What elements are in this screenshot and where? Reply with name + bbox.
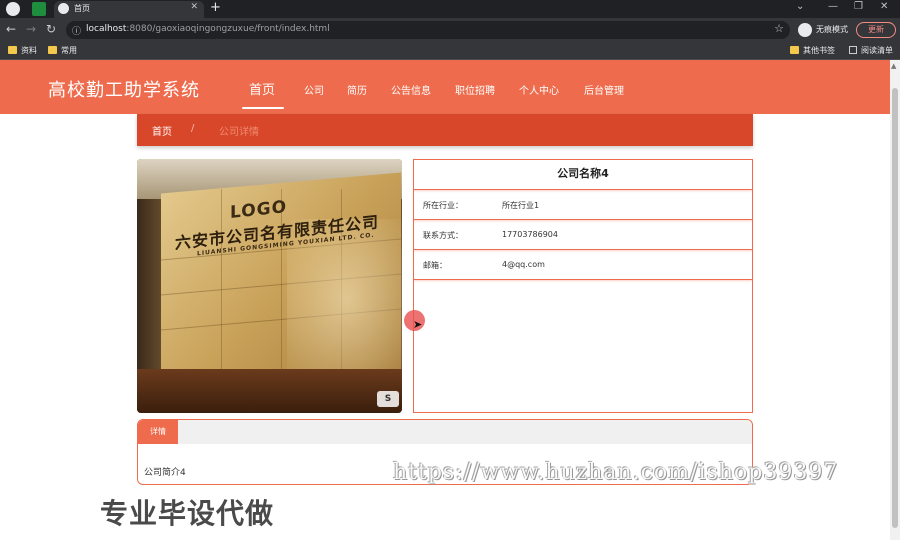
breadcrumb: 首页 / 公司详情	[137, 114, 753, 146]
nav-home[interactable]: 首页	[249, 79, 275, 98]
company-name: 公司名称4	[414, 160, 752, 190]
nav-company[interactable]: 公司	[304, 82, 324, 97]
tab-search-chevron-icon[interactable]: ⌄	[796, 1, 804, 12]
breadcrumb-separator: /	[191, 123, 195, 134]
info-row-contact: 联系方式： 17703786904	[414, 220, 752, 250]
bookmark-other[interactable]: 其他书签	[790, 45, 835, 56]
folder-icon	[8, 46, 17, 54]
promo-overlay-text: 专业毕设代做	[100, 497, 275, 530]
incognito-label: 无痕模式	[816, 25, 848, 34]
reading-list[interactable]: 阅读清单	[849, 45, 893, 56]
tab-close-icon[interactable]: ✕	[190, 2, 198, 12]
mouse-cursor-icon: ➤	[413, 318, 423, 331]
nav-personal-center[interactable]: 个人中心	[519, 82, 559, 97]
email-label: 邮箱：	[423, 261, 447, 270]
company-intro-text: 公司简介4	[144, 468, 186, 478]
folder-icon	[790, 46, 799, 54]
page-scrollbar[interactable]: ▲	[890, 60, 900, 540]
folder-icon	[48, 46, 57, 54]
breadcrumb-current: 公司详情	[219, 127, 259, 138]
browser-toolbar: ← → ↻ ⓘ localhost:8080/gaoxiaoqingongzux…	[0, 18, 900, 42]
photo-panel-line	[221, 189, 222, 389]
sheets-app-icon[interactable]	[32, 2, 46, 16]
industry-value: 所在行业1	[502, 201, 540, 210]
scroll-up-icon[interactable]: ▲	[891, 62, 896, 70]
email-value: 4@qq.com	[502, 260, 545, 269]
site-header: 高校勤工助学系统 首页 公司 简历 公告信息 职位招聘 个人中心 后台管理	[0, 60, 890, 114]
contact-label: 联系方式：	[423, 231, 463, 240]
site-title: 高校勤工助学系统	[48, 80, 200, 101]
browser-tab-active[interactable]: 首页 ✕	[54, 1, 204, 18]
forward-arrow-icon[interactable]: →	[26, 22, 36, 36]
company-photo: LOGO 六安市公司名有限责任公司 LIUANSHI GONGSIMING YO…	[137, 159, 402, 413]
nav-announcements[interactable]: 公告信息	[391, 82, 431, 97]
info-row-industry: 所在行业： 所在行业1	[414, 190, 752, 220]
info-row-email: 邮箱： 4@qq.com	[414, 250, 752, 280]
address-bar[interactable]: ⓘ localhost:8080/gaoxiaoqingongzuxue/fro…	[66, 21, 790, 39]
bookmarks-bar: 资料 常用 其他书签 阅读清单	[0, 42, 900, 60]
incognito-icon[interactable]	[798, 23, 812, 37]
back-arrow-icon[interactable]: ←	[6, 22, 16, 36]
browser-globe-icon[interactable]	[6, 2, 20, 16]
photo-watermark-icon: S	[377, 391, 399, 407]
new-tab-icon[interactable]: +	[210, 0, 221, 15]
tab-globe-icon	[58, 3, 69, 14]
bookmark-folder-changyong[interactable]: 常用	[48, 45, 77, 56]
contact-value: 17703786904	[502, 230, 558, 239]
scrollbar-thumb[interactable]	[892, 88, 898, 528]
company-info-panel: 公司名称4 所在行业： 所在行业1 联系方式： 17703786904 邮箱： …	[413, 159, 753, 413]
nav-admin[interactable]: 后台管理	[584, 82, 624, 97]
photo-floor	[137, 369, 402, 413]
tab-title: 首页	[74, 4, 90, 13]
minimize-icon[interactable]: —	[828, 1, 838, 12]
watermark-url: https://www.huzhan.com/ishop39397	[393, 460, 839, 485]
tab-details[interactable]: 详情	[138, 420, 178, 444]
breadcrumb-home-link[interactable]: 首页	[152, 123, 172, 138]
nav-resume[interactable]: 简历	[347, 82, 367, 97]
browser-tab-strip: 首页 ✕ + ⌄ — ❐ ✕	[0, 0, 900, 18]
nav-job-postings[interactable]: 职位招聘	[455, 82, 495, 97]
page-viewport: 高校勤工助学系统 首页 公司 简历 公告信息 职位招聘 个人中心 后台管理 首页…	[0, 60, 890, 540]
details-tab-strip: 详情	[138, 420, 752, 444]
url-text[interactable]: localhost:8080/gaoxiaoqingongzuxue/front…	[86, 24, 330, 34]
bookmark-star-icon[interactable]: ☆	[774, 22, 784, 35]
close-window-icon[interactable]: ✕	[880, 1, 888, 12]
nav-active-indicator	[242, 107, 284, 109]
industry-label: 所在行业：	[423, 201, 463, 210]
reload-icon[interactable]: ↻	[46, 22, 56, 36]
site-info-icon[interactable]: ⓘ	[72, 24, 81, 37]
update-button[interactable]: 更新	[856, 22, 896, 38]
reading-list-icon	[849, 46, 857, 54]
restore-icon[interactable]: ❐	[854, 1, 863, 12]
bookmark-folder-ziliao[interactable]: 资料	[8, 45, 37, 56]
